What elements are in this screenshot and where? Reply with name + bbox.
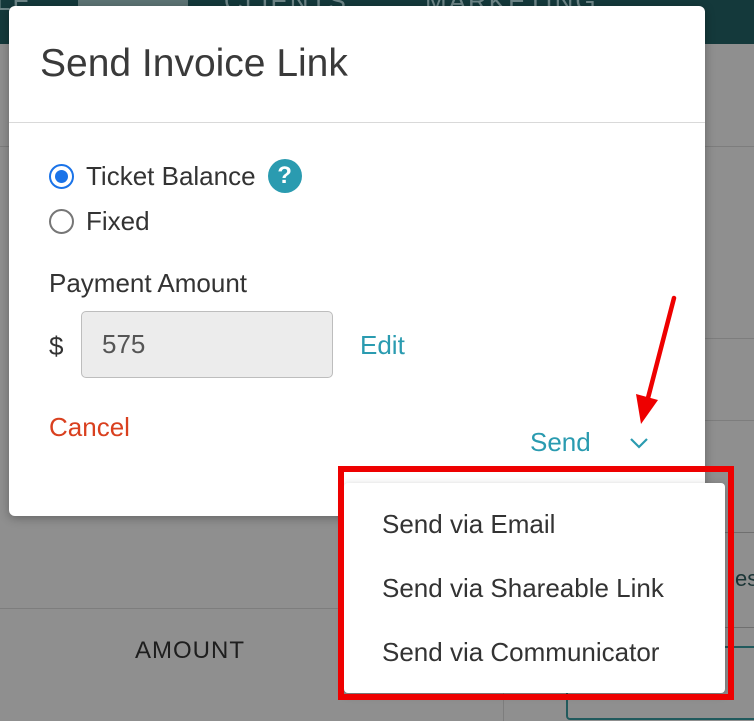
payment-amount-label: Payment Amount (49, 268, 247, 298)
question-circle-icon[interactable]: ? (267, 159, 302, 193)
payment-amount-input[interactable] (81, 311, 333, 378)
table-header-amount: AMOUNT (135, 637, 245, 664)
currency-symbol: $ (49, 331, 64, 361)
bg-divider (705, 420, 754, 421)
send-invoice-link-dialog: Send Invoice Link Ticket Balance ? Fixed… (9, 6, 705, 516)
fixed-label[interactable]: Fixed (86, 206, 150, 237)
option-ticket-balance[interactable]: Ticket Balance ? (49, 159, 302, 193)
annotation-highlight-box (338, 466, 734, 700)
dialog-title: Send Invoice Link (40, 42, 348, 85)
fixed-radio[interactable] (49, 209, 74, 234)
chevron-down-icon[interactable] (628, 432, 650, 454)
bg-divider (0, 608, 344, 609)
bg-divider (705, 338, 754, 339)
ticket-balance-radio[interactable] (49, 163, 74, 189)
send-button[interactable]: Send (530, 427, 591, 458)
cancel-button[interactable]: Cancel (49, 412, 130, 443)
ticket-balance-label[interactable]: Ticket Balance (86, 161, 256, 192)
dialog-divider (9, 122, 705, 123)
bg-panel-text: es (735, 566, 754, 591)
edit-amount-link[interactable]: Edit (360, 330, 405, 361)
option-fixed[interactable]: Fixed (49, 206, 150, 237)
